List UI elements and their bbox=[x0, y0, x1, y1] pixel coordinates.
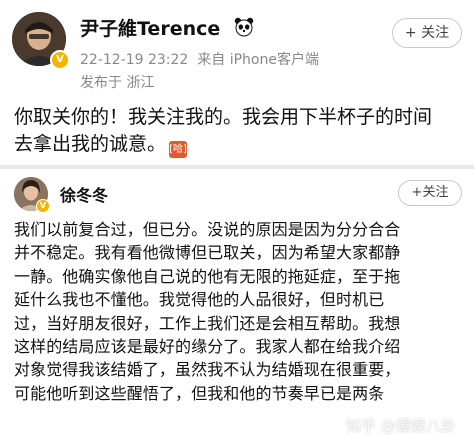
verified-badge-icon: V bbox=[36, 199, 50, 213]
author-name[interactable]: 徐冬冬 bbox=[60, 182, 108, 206]
follow-button[interactable]: +关注 bbox=[398, 180, 462, 206]
post-xudongdong: V 徐冬冬 +关注 我们以前复合过，但已分。没说的原因是因为分分合合 并不稳定。… bbox=[0, 169, 474, 438]
content-line: 去拿出我的诚意。 bbox=[14, 133, 167, 155]
post-location: 发布于 浙江 bbox=[80, 75, 155, 91]
post-meta: 22-12-19 23:22 来自 iPhone客户端 bbox=[80, 49, 319, 69]
post-terence: V 尹子維Terence 22-12-19 23:22 来自 iPhone客户端… bbox=[0, 0, 474, 165]
content-line: 并不稳定。我有看他微博但已取关，因为希望大家都静 bbox=[14, 243, 401, 263]
post-source: 来自 iPhone客户端 bbox=[197, 52, 319, 68]
post-content: 我们以前复合过，但已分。没说的原因是因为分分合合 并不稳定。我有看他微博但已取关… bbox=[14, 218, 466, 405]
content-line: 对象觉得我该结婚了，虽然我不认为结婚现在很重要， bbox=[14, 360, 401, 380]
content-line: 你取关你的！我关注我的。我会用下半杯子的时间 bbox=[14, 106, 433, 128]
content-line: 可能他听到这些醒悟了，但我和他的节奏早已是两条 bbox=[14, 383, 385, 403]
content-line: 过，当好朋友很好，工作上我们还是会相互帮助。我想 bbox=[14, 313, 401, 333]
timestamp: 22-12-19 23:22 bbox=[80, 52, 189, 68]
verified-badge-icon: V bbox=[50, 50, 70, 70]
watermark: 知乎 @爆娱八卦 bbox=[346, 417, 456, 435]
content-line-with-emoji: 去拿出我的诚意。 [哈] bbox=[14, 131, 464, 158]
emoji-icon: [哈] bbox=[169, 141, 188, 158]
content-line: 延什么我也不懂他。我觉得他的人品很好，但时机已 bbox=[14, 290, 385, 310]
author-name[interactable]: 尹子維Terence bbox=[80, 14, 220, 41]
post-content: 你取关你的！我关注我的。我会用下半杯子的时间 去拿出我的诚意。 [哈] bbox=[14, 104, 464, 158]
content-line: 我们以前复合过，但已分。没说的原因是因为分分合合 bbox=[14, 220, 401, 239]
panda-icon bbox=[234, 17, 254, 37]
content-line: 这样的结局应该是最好的缘分了。我家人都在给我介绍 bbox=[14, 337, 401, 357]
follow-button[interactable]: + 关注 bbox=[392, 18, 462, 48]
content-line: 一静。他确实像他自己说的他有无限的拖延症，至于拖 bbox=[14, 266, 401, 286]
